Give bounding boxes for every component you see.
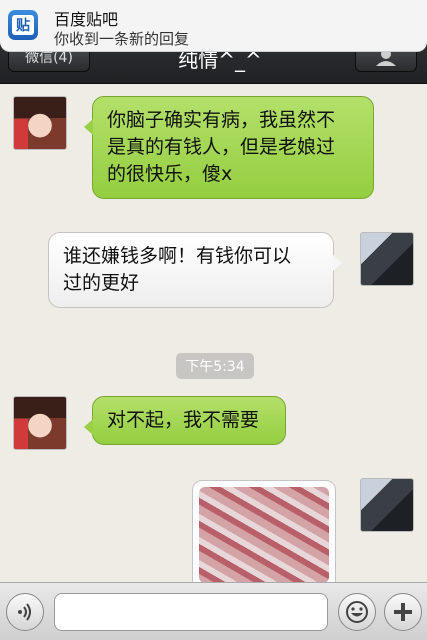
plus-icon[interactable] [384, 593, 422, 631]
notification-banner[interactable]: 贴 百度贴吧 你收到一条新的回复 [0, 0, 427, 52]
message-line: 过的更好 [63, 272, 140, 294]
chat-area[interactable]: 你脑子确实有病，我虽然不 是真的有钱人，但是老娘过 的很快乐，傻x 谁还嫌钱多啊… [0, 84, 427, 582]
message-line: 对不起，我不需要 [107, 409, 260, 431]
message-line: 你脑子确实有病，我虽然不 [107, 109, 336, 131]
notification-message: 你收到一条新的回复 [54, 30, 190, 48]
message-bubble[interactable]: 谁还嫌钱多啊！有钱你可以 过的更好 [48, 232, 342, 308]
voice-icon[interactable] [6, 593, 44, 631]
message-line: 是真的有钱人，但是老娘过 [107, 136, 336, 158]
money-photo [199, 487, 329, 582]
avatar[interactable] [13, 396, 67, 450]
message-bubble[interactable]: 对不起，我不需要 [84, 396, 286, 445]
emoji-icon[interactable] [338, 593, 376, 631]
notification-title: 百度贴吧 [54, 10, 119, 29]
avatar[interactable] [360, 478, 414, 532]
message-bubble[interactable]: 你脑子确实有病，我虽然不 是真的有钱人，但是老娘过 的很快乐，傻x [84, 96, 374, 199]
message-line: 的很快乐，傻x [107, 163, 233, 185]
avatar[interactable] [360, 232, 414, 286]
tieba-app-icon: 贴 [8, 10, 38, 40]
timestamp: 下午5:34 [176, 353, 254, 379]
message-input[interactable] [54, 593, 328, 631]
message-line: 谁还嫌钱多啊！有钱你可以 [63, 245, 292, 267]
image-message[interactable] [192, 480, 336, 582]
input-bar [0, 582, 427, 640]
avatar[interactable] [13, 96, 67, 150]
